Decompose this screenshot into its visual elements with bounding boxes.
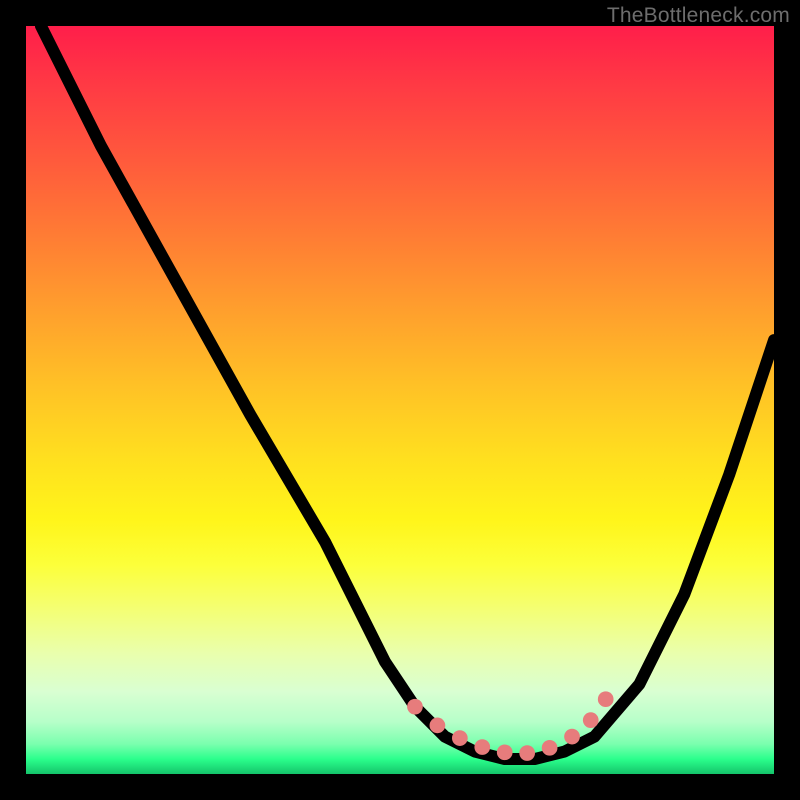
plot-area [26, 26, 774, 774]
watermark-text: TheBottleneck.com [607, 4, 790, 28]
valley-marker [583, 712, 599, 728]
valley-marker [497, 744, 513, 760]
valley-marker [407, 699, 423, 715]
valley-marker [474, 739, 490, 755]
valley-marker [430, 718, 446, 734]
bottleneck-curve [41, 26, 774, 759]
chart-svg [26, 26, 774, 774]
valley-marker [519, 745, 535, 761]
valley-marker [452, 730, 468, 746]
valley-markers [407, 691, 613, 761]
chart-stage: TheBottleneck.com [0, 0, 800, 800]
valley-marker [542, 740, 558, 756]
valley-marker [564, 729, 580, 745]
valley-marker [598, 691, 614, 707]
